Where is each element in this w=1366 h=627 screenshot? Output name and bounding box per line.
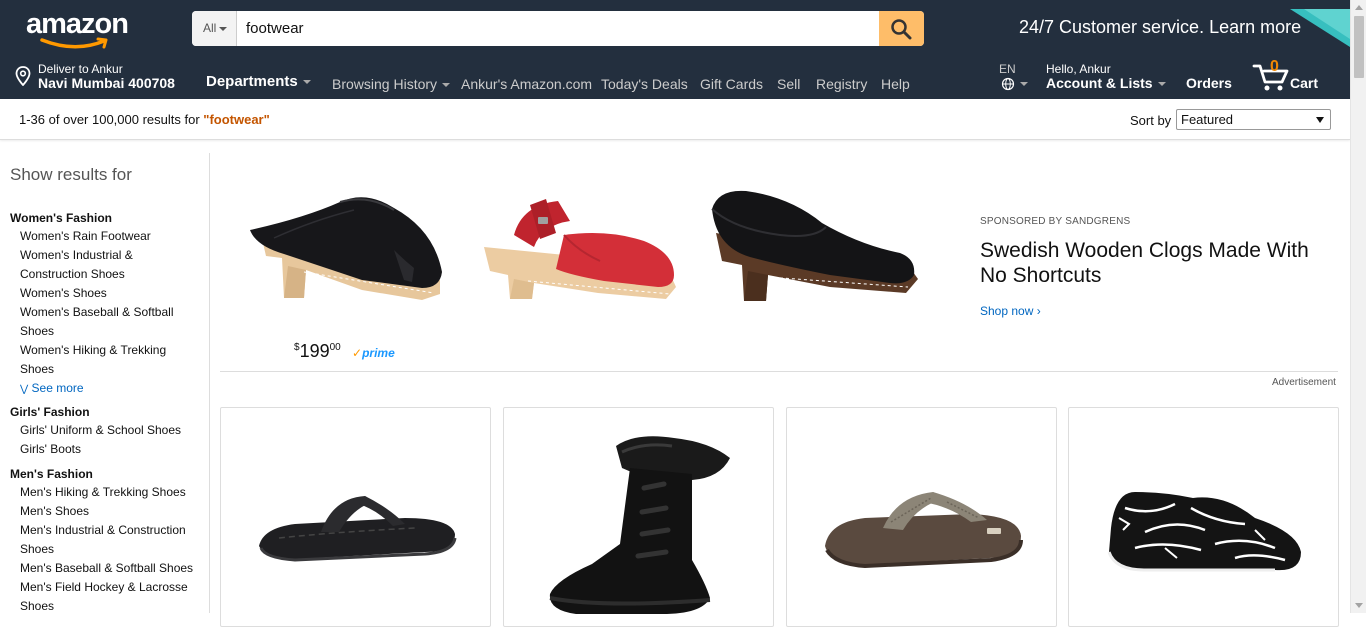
account-lists-label: Account & Lists xyxy=(1046,75,1153,91)
nav-sell[interactable]: Sell xyxy=(777,76,800,92)
price-fraction: 00 xyxy=(329,342,341,353)
red-sandal-clog-image[interactable] xyxy=(478,195,678,305)
product-card[interactable] xyxy=(786,407,1057,627)
product-card[interactable] xyxy=(220,407,491,627)
sort-select[interactable]: Featured xyxy=(1176,109,1331,130)
category-item[interactable]: Shoes xyxy=(20,360,200,379)
black-clog-image[interactable] xyxy=(244,190,444,305)
category-item[interactable]: Men's Shoes xyxy=(20,502,200,521)
ad-headline[interactable]: Swedish Wooden Clogs Made With No Shortc… xyxy=(980,238,1340,288)
scrollbar-thumb[interactable] xyxy=(1354,16,1364,78)
smile-icon xyxy=(40,37,108,49)
nav-browsing-history[interactable]: Browsing History xyxy=(332,76,451,92)
shop-now-link[interactable]: Shop now › xyxy=(980,304,1041,318)
chevron-down-icon xyxy=(442,83,451,88)
refinements-sidebar: Show results for Women's Fashion Women's… xyxy=(0,153,210,613)
chevron-down-icon xyxy=(302,80,311,85)
category-item[interactable]: Men's Industrial & Construction xyxy=(20,521,200,540)
category-item[interactable]: Construction Shoes xyxy=(20,265,200,284)
category-womens-fashion[interactable]: Women's Fashion xyxy=(10,211,112,225)
location-pin-icon xyxy=(15,66,31,86)
globe-icon xyxy=(1001,77,1028,91)
results-query: "footwear" xyxy=(203,112,270,127)
category-item[interactable]: Shoes xyxy=(20,322,200,341)
amazon-logo[interactable]: amazon xyxy=(26,8,129,49)
deliver-to-label: Deliver to Ankur xyxy=(38,62,123,76)
ad-price: $19900 xyxy=(294,341,341,362)
category-item[interactable]: Women's Shoes xyxy=(20,284,200,303)
category-mens-fashion[interactable]: Men's Fashion xyxy=(10,467,93,481)
orders-link[interactable]: Orders xyxy=(1186,75,1232,91)
departments-menu[interactable]: Departments xyxy=(206,73,311,90)
search-icon xyxy=(891,19,912,40)
results-count: 1-36 of over 100,000 results for "footwe… xyxy=(19,112,270,127)
chevron-down-icon xyxy=(1157,82,1166,87)
promo-corner-graphic xyxy=(1290,9,1350,47)
category-item[interactable]: Shoes xyxy=(20,597,200,616)
search-input[interactable] xyxy=(238,11,878,46)
category-item[interactable]: Women's Baseball & Softball xyxy=(20,303,200,322)
search-bar: All xyxy=(192,11,924,46)
sort-value: Featured xyxy=(1181,112,1234,127)
cart-link[interactable]: Cart xyxy=(1290,75,1318,91)
category-item[interactable]: Women's Rain Footwear xyxy=(20,227,200,246)
nav-gift-cards[interactable]: Gift Cards xyxy=(700,76,763,92)
deliver-address: Navi Mumbai 400708 xyxy=(38,75,175,91)
see-more-label: See more xyxy=(31,381,84,395)
language-selector-label[interactable]: EN xyxy=(999,62,1016,76)
search-button[interactable] xyxy=(879,11,924,46)
results-bar: 1-36 of over 100,000 results for "footwe… xyxy=(0,99,1350,140)
departments-label: Departments xyxy=(206,73,298,90)
chevron-down-icon xyxy=(1316,117,1324,123)
scroll-down-arrow-icon[interactable] xyxy=(1355,603,1363,608)
sponsored-banner: $19900 ✓prime SPONSORED BY SANDGRENS Swe… xyxy=(220,165,1338,372)
nav-help[interactable]: Help xyxy=(881,76,910,92)
cart-count: 0 xyxy=(1270,58,1279,75)
sort-label: Sort by xyxy=(1130,113,1172,128)
black-brown-clog-image[interactable] xyxy=(710,183,920,308)
nav-ankurs-amazon[interactable]: Ankur's Amazon.com xyxy=(461,76,592,92)
prime-label: prime xyxy=(362,346,395,360)
category-item[interactable]: Women's Hiking & Trekking xyxy=(20,341,200,360)
results-count-text: 1-36 of over 100,000 results for xyxy=(19,112,204,127)
category-item[interactable]: Girls' Boots xyxy=(20,440,200,459)
category-item[interactable]: Shoes xyxy=(20,540,200,559)
category-item[interactable]: Women's Industrial & xyxy=(20,246,200,265)
sponsored-label: SPONSORED BY SANDGRENS xyxy=(980,216,1131,227)
double-chevron-down-icon: ⋁ xyxy=(20,384,29,395)
brown-flip-flop-image xyxy=(825,492,1023,569)
prime-badge: ✓prime xyxy=(352,346,395,360)
category-item[interactable]: Men's Baseball & Softball Shoes xyxy=(20,559,200,578)
water-shoe-image xyxy=(1107,492,1301,572)
chevron-down-icon xyxy=(219,26,228,31)
language-selector[interactable] xyxy=(1001,77,1031,96)
account-greeting: Hello, Ankur xyxy=(1046,62,1111,76)
black-winter-boot-image xyxy=(549,436,730,614)
category-item[interactable]: Men's Field Hockey & Lacrosse xyxy=(20,578,200,597)
search-category-label: All xyxy=(203,21,217,35)
advertisement-label[interactable]: Advertisement xyxy=(1272,377,1336,388)
top-nav: amazon All 24/7 Customer service. Learn … xyxy=(0,0,1366,99)
product-card[interactable] xyxy=(503,407,774,627)
prime-check-icon: ✓ xyxy=(352,346,363,360)
price-whole: 199 xyxy=(299,341,330,361)
search-category-dropdown[interactable]: All xyxy=(192,11,237,46)
sidebar-title: Show results for xyxy=(10,165,132,184)
category-item[interactable]: Girls' Uniform & School Shoes xyxy=(20,421,200,440)
category-girls-fashion[interactable]: Girls' Fashion xyxy=(10,405,90,419)
account-lists-menu[interactable]: Account & Lists xyxy=(1046,75,1166,91)
browsing-history-label: Browsing History xyxy=(332,76,438,92)
customer-service-promo[interactable]: 24/7 Customer service. Learn more xyxy=(1019,17,1301,38)
page-scrollbar[interactable] xyxy=(1350,0,1366,613)
nav-registry[interactable]: Registry xyxy=(816,76,867,92)
product-card[interactable] xyxy=(1068,407,1339,627)
nav-todays-deals[interactable]: Today's Deals xyxy=(601,76,688,92)
category-item[interactable]: Men's Hiking & Trekking Shoes xyxy=(20,483,200,502)
scroll-up-arrow-icon[interactable] xyxy=(1355,5,1363,10)
black-flip-flop-image xyxy=(259,496,457,562)
price-symbol: $ xyxy=(294,342,300,353)
see-more-link[interactable]: ⋁ See more xyxy=(20,381,84,395)
